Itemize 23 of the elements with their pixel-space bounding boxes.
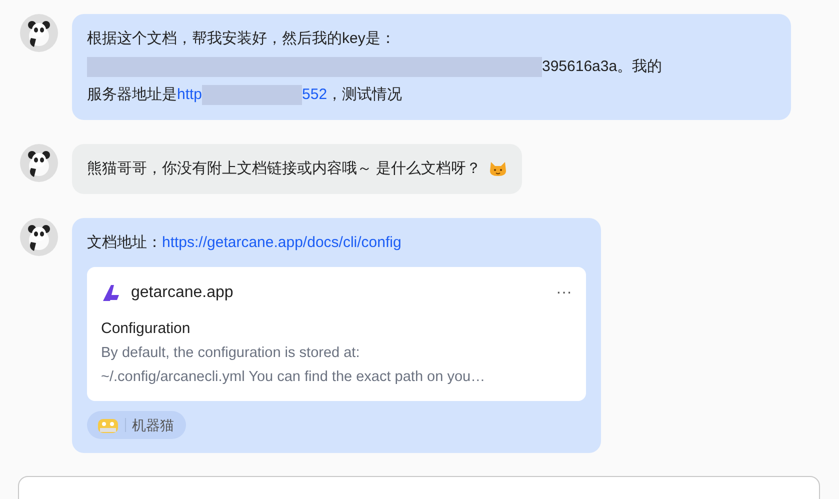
more-button[interactable]: ··· <box>556 285 572 301</box>
robot-cat-icon <box>97 416 119 434</box>
chip-label: 机器猫 <box>132 416 174 434</box>
message-link[interactable]: 552 <box>302 86 328 103</box>
site-name: getarcane.app <box>131 283 234 303</box>
panda-avatar <box>20 14 58 52</box>
panda-avatar <box>20 218 58 256</box>
bot-chip[interactable]: 机器猫 <box>87 411 186 439</box>
panda-avatar <box>20 144 58 182</box>
message-link[interactable]: https://getarcane.app/docs/cli/config <box>162 234 402 251</box>
message-text: ，测试情况 <box>327 86 402 103</box>
site-logo-icon <box>101 283 121 303</box>
card-description: By default, the configuration is stored at: <box>101 344 361 363</box>
cat-face-icon <box>489 161 508 178</box>
message-text: 熊猫哥哥，你没有附上文档链接或内容哦～ 是什么文档呀？ <box>87 160 482 177</box>
link-preview-card[interactable]: getarcane.app ··· Configuration By default, the configuration is stored at: ~/.config/arcanecli.yml You can find the exact path on you… <box>87 267 586 401</box>
message-text: 395616a3a。我的 <box>542 58 662 75</box>
message-text: 服务器地址是 <box>87 86 177 103</box>
message-link[interactable]: http <box>177 86 202 103</box>
card-title: Configuration <box>101 319 192 339</box>
message-text: 根据这个文档，帮我安装好，然后我的key是： <box>87 30 396 47</box>
message-text: 文档地址： <box>87 234 162 251</box>
card-description: ~/.config/arcanecli.yml You can find the exact path on you… <box>101 368 486 387</box>
